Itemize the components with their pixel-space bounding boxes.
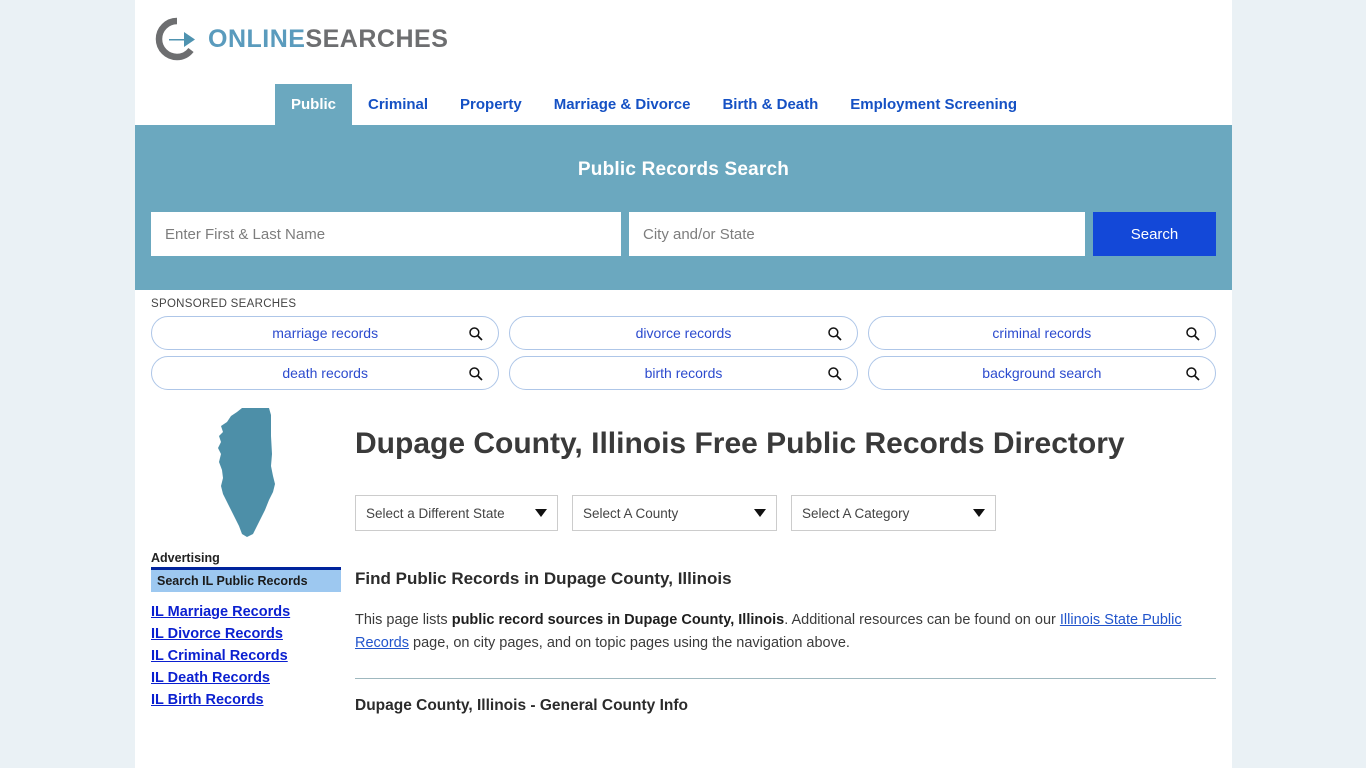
tab-property[interactable]: Property xyxy=(444,84,538,125)
select-category[interactable]: Select A Category xyxy=(791,495,996,532)
sponsored-pill-birth-records[interactable]: birth records xyxy=(509,356,858,390)
tab-criminal[interactable]: Criminal xyxy=(352,84,444,125)
sidebar-link-il-criminal-records[interactable]: IL Criminal Records xyxy=(151,648,341,664)
tab-birth-death[interactable]: Birth & Death xyxy=(706,84,834,125)
sponsored-searches-label: SPONSORED SEARCHES xyxy=(151,298,297,310)
filter-row: Select a Different State Select A County… xyxy=(355,495,1216,532)
search-icon xyxy=(468,366,484,387)
select-state[interactable]: Select a Different State xyxy=(355,495,558,532)
search-submit-button[interactable]: Search xyxy=(1093,212,1216,256)
sidebar-section-heading: Search IL Public Records xyxy=(151,570,341,592)
content-area: Advertising Search IL Public Records IL … xyxy=(135,390,1232,715)
page-title: Dupage County, Illinois Free Public Reco… xyxy=(355,427,1125,460)
sidebar: Advertising Search IL Public Records IL … xyxy=(151,398,341,715)
search-input-name[interactable] xyxy=(151,212,621,256)
sidebar-link-il-divorce-records[interactable]: IL Divorce Records xyxy=(151,626,341,642)
sponsored-pill-label: divorce records xyxy=(635,325,732,341)
search-input-location[interactable] xyxy=(629,212,1085,256)
tab-marriage-divorce[interactable]: Marriage & Divorce xyxy=(538,84,707,125)
intro-text-2: . Additional resources can be found on o… xyxy=(784,612,1060,629)
select-state-value: Select a Different State xyxy=(366,505,505,521)
sponsored-pill-marriage-records[interactable]: marriage records xyxy=(151,316,500,350)
sponsored-pill-divorce-records[interactable]: divorce records xyxy=(509,316,858,350)
primary-nav: Public Criminal Property Marriage & Divo… xyxy=(135,84,1232,125)
search-icon xyxy=(827,366,843,387)
search-form: Search xyxy=(151,212,1216,256)
logo-text-online: ONLINE xyxy=(208,24,306,53)
intro-text-1: This page lists xyxy=(355,612,452,629)
intro-paragraph: This page lists public record sources in… xyxy=(355,609,1216,654)
site-header: ONLINESEARCHES xyxy=(135,0,1232,84)
sponsored-pill-label: death records xyxy=(282,365,368,381)
sidebar-link-il-death-records[interactable]: IL Death Records xyxy=(151,670,341,686)
search-icon xyxy=(827,326,843,347)
intro-text-bold: public record sources in Dupage County, … xyxy=(451,612,785,629)
page-container: ONLINESEARCHES Public Criminal Property … xyxy=(135,0,1232,768)
section-heading: Find Public Records in Dupage County, Il… xyxy=(355,569,732,589)
sponsored-pill-label: birth records xyxy=(644,365,723,381)
search-icon xyxy=(1185,326,1201,347)
sponsored-searches-grid: marriage records divorce records crimina… xyxy=(151,316,1216,390)
site-logo[interactable]: ONLINESEARCHES xyxy=(154,16,448,62)
search-panel-title: Public Records Search xyxy=(577,159,790,180)
select-county[interactable]: Select A County xyxy=(572,495,777,532)
sponsored-pill-label: marriage records xyxy=(272,325,379,341)
subsection-heading: Dupage County, Illinois - General County… xyxy=(355,697,688,715)
select-category-value: Select A Category xyxy=(802,505,910,521)
intro-text-3: page, on city pages, and on topic pages … xyxy=(409,634,850,651)
sponsored-pill-criminal-records[interactable]: criminal records xyxy=(867,316,1216,350)
circle-arrow-icon xyxy=(154,16,200,62)
tab-employment-screening[interactable]: Employment Screening xyxy=(834,84,1033,125)
chevron-down-icon xyxy=(535,509,547,518)
content-divider xyxy=(355,678,1216,680)
sidebar-link-il-birth-records[interactable]: IL Birth Records xyxy=(151,692,341,708)
sponsored-pill-label: background search xyxy=(982,365,1102,381)
sponsored-searches-section: SPONSORED SEARCHES marriage records divo… xyxy=(135,290,1232,390)
sponsored-pill-label: criminal records xyxy=(992,325,1092,341)
sponsored-pill-background-search[interactable]: background search xyxy=(867,356,1216,390)
public-records-search-panel: Public Records Search Search xyxy=(135,125,1232,290)
main-content: Dupage County, Illinois Free Public Reco… xyxy=(341,398,1216,715)
tab-public[interactable]: Public xyxy=(275,84,353,125)
select-county-value: Select A County xyxy=(583,505,679,521)
sidebar-link-il-marriage-records[interactable]: IL Marriage Records xyxy=(151,604,341,620)
search-icon xyxy=(468,326,484,347)
illinois-state-outline-icon xyxy=(209,406,341,546)
chevron-down-icon xyxy=(973,509,985,518)
search-icon xyxy=(1185,366,1201,387)
sidebar-link-list: IL Marriage Records IL Divorce Records I… xyxy=(151,604,341,708)
logo-text-searches: SEARCHES xyxy=(305,24,449,53)
advertising-label: Advertising xyxy=(151,551,220,565)
sponsored-pill-death-records[interactable]: death records xyxy=(151,356,500,390)
chevron-down-icon xyxy=(754,509,766,518)
